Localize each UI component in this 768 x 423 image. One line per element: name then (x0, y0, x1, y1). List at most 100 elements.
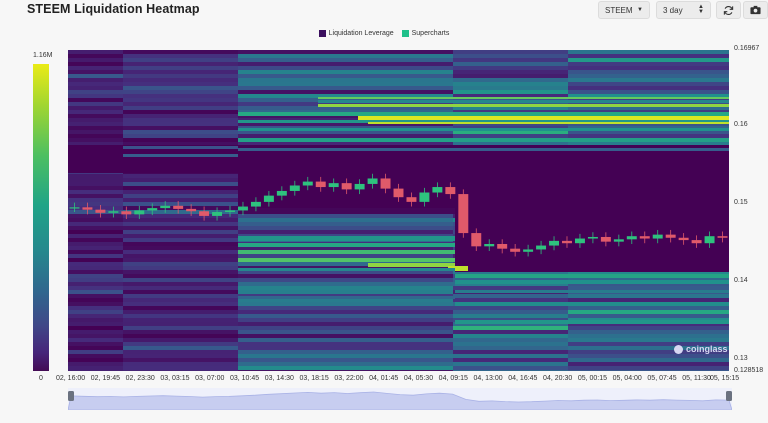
heatmap-cell (68, 186, 123, 190)
heatmap-cell (123, 198, 238, 202)
heatmap-cell (238, 54, 453, 58)
heatmap-cell (368, 263, 455, 267)
heatmap-cell (568, 294, 729, 298)
heatmap-cell (123, 182, 238, 186)
candle-body (108, 211, 119, 213)
heatmap-cell (123, 330, 238, 334)
heatmap-cell (68, 202, 123, 206)
x-tick: 03, 10:45 (229, 375, 260, 382)
heatmap-cell (238, 310, 453, 314)
candle-body (121, 211, 132, 215)
refresh-button[interactable] (716, 1, 741, 19)
heatmap-cell (568, 66, 729, 70)
candle-body (484, 243, 495, 247)
heatmap-cell (238, 168, 729, 208)
time-range-navigator[interactable] (68, 388, 732, 410)
x-tick: 03, 07:00 (195, 375, 225, 382)
heatmap-cell (453, 338, 568, 342)
heatmap-cell (238, 62, 453, 66)
heatmap-cell (568, 286, 729, 290)
heatmap-cell (455, 290, 729, 293)
colorbar (33, 64, 49, 371)
heatmap-cell (68, 218, 123, 222)
camera-icon (750, 5, 761, 15)
y-tick: 0.128518 (734, 367, 764, 374)
colorbar-max-label: 1.16M (33, 52, 53, 59)
heatmap-cell (238, 342, 453, 346)
heatmap-cell (68, 358, 123, 362)
heatmap-cell (123, 322, 238, 326)
candle-body (380, 178, 391, 189)
heatmap-cell (238, 314, 453, 318)
heatmap-cell (455, 302, 729, 306)
heatmap-cell (238, 82, 453, 86)
legend-item-supercharts[interactable]: Supercharts (401, 30, 449, 37)
candle-body (587, 236, 598, 239)
heatmap-cell (68, 194, 123, 198)
heatmap-cell (238, 354, 453, 358)
heatmap-cell (453, 366, 568, 370)
heatmap-cell (123, 262, 238, 266)
symbol-select[interactable]: STEEM ▼ (598, 1, 650, 19)
heatmap-cell (123, 178, 238, 182)
heatmap-cell (123, 98, 238, 102)
heatmap-cell (68, 50, 123, 54)
heatmap-cell (238, 222, 453, 226)
heatmap-plot[interactable] (68, 50, 729, 371)
heatmap-cell (123, 306, 238, 310)
heatmap-cell (68, 302, 123, 306)
heatmap-cell (238, 112, 729, 116)
heatmap-cell (123, 174, 238, 178)
navigator-right-handle[interactable] (726, 391, 732, 401)
heatmap-cell (123, 110, 238, 114)
heatmap-cell (238, 296, 455, 299)
heatmap-cell (568, 54, 729, 58)
heatmap-cell (68, 54, 123, 58)
heatmap-cell (238, 302, 453, 306)
heatmap-cell (238, 128, 729, 131)
heatmap-cell (123, 102, 238, 106)
heatmap-cell (358, 116, 729, 120)
candle-body (562, 240, 572, 244)
heatmap-cell (123, 254, 238, 258)
heatmap-cell (238, 322, 453, 326)
candle-body (652, 234, 663, 239)
colorbar-min-label: 0 (39, 375, 43, 382)
x-tick: 04, 13:00 (473, 375, 503, 382)
heatmap-cell (68, 134, 123, 138)
candle-body (600, 236, 611, 242)
heatmap-cell (68, 94, 123, 98)
heatmap-cell (68, 266, 123, 270)
heatmap-cell (123, 130, 238, 134)
legend-item-liquidation-leverage[interactable]: Liquidation Leverage (318, 30, 394, 37)
heatmap-cell (238, 250, 455, 254)
candle-body (199, 211, 210, 216)
heatmap-cell (238, 350, 453, 354)
heatmap-cell (123, 202, 238, 206)
candle-body (263, 195, 274, 202)
heatmap-cell (238, 230, 453, 234)
heatmap-cell (238, 286, 453, 290)
x-tick: 03, 14:30 (264, 375, 294, 382)
heatmap-cell (238, 318, 453, 322)
heatmap-cell (68, 250, 123, 254)
candle-body (82, 207, 93, 210)
candle-body (289, 185, 300, 191)
candle-body (95, 209, 106, 213)
heatmap-cell (123, 346, 238, 350)
heatmap-cell (123, 302, 238, 306)
y-tick: 0.16967 (734, 45, 760, 52)
navigator-left-handle[interactable] (68, 391, 74, 401)
heatmap-cell (68, 182, 123, 186)
y-tick: 0.15 (734, 199, 748, 206)
heatmap-cell (123, 274, 238, 278)
heatmap-cell (68, 90, 123, 94)
heatmap-cell (453, 86, 568, 90)
updown-icon: ▲ ▼ (698, 4, 704, 15)
screenshot-button[interactable] (743, 1, 768, 19)
range-select[interactable]: 3 day ▲ ▼ (656, 1, 711, 19)
heatmap-cell (453, 74, 568, 78)
heatmap-cell (68, 58, 123, 62)
heatmap-cell (123, 70, 238, 74)
candle-body (237, 206, 248, 211)
